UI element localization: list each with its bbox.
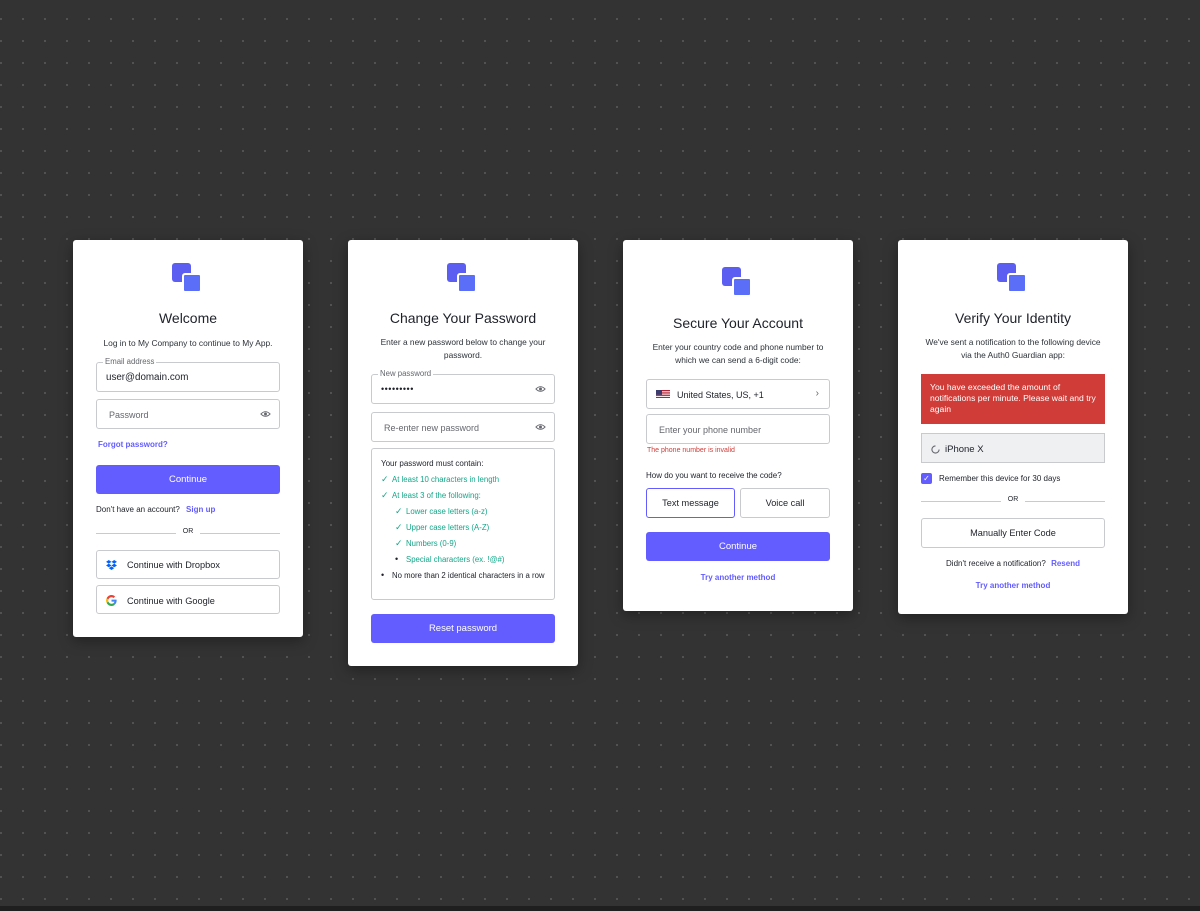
phone-placeholder: Enter your phone number xyxy=(659,425,762,435)
requirement-item: • Special characters (ex. !@#) xyxy=(395,554,505,564)
dropbox-button[interactable]: Continue with Dropbox xyxy=(96,550,280,579)
verify-identity-card: Verify Your Identity We've sent a notifi… xyxy=(898,240,1128,614)
page-title: Welcome xyxy=(158,310,218,326)
page-title: Change Your Password xyxy=(389,310,537,326)
or-divider: OR xyxy=(96,528,280,538)
password-requirements: Your password must contain: ✓ At least 10… xyxy=(371,448,555,600)
voice-call-button[interactable]: Voice call xyxy=(740,488,830,518)
bullet-icon: • xyxy=(381,570,385,580)
or-text: OR xyxy=(1007,496,1019,503)
requirement-item: ✓ Lower case letters (a-z) xyxy=(395,506,488,516)
continue-button[interactable]: Continue xyxy=(646,532,830,561)
page-description: We've sent a notification to the followi… xyxy=(925,337,1101,360)
email-label: Email address xyxy=(103,357,157,366)
page-description: Enter your country code and phone number… xyxy=(652,342,824,365)
check-icon: ✓ xyxy=(395,522,403,532)
requirements-heading: Your password must contain: xyxy=(381,459,484,468)
change-password-card: Change Your Password Enter a new passwor… xyxy=(348,240,578,666)
remember-device-checkbox[interactable]: ✓ xyxy=(921,473,932,484)
page-description: Enter a new password below to change you… xyxy=(380,337,546,360)
requirement-item: ✓ At least 10 characters in length xyxy=(381,474,500,484)
reenter-password-placeholder: Re-enter new password xyxy=(384,423,480,433)
reset-password-button[interactable]: Reset password xyxy=(371,614,555,643)
page-description: Log in to My Company to continue to My A… xyxy=(103,338,273,348)
resend-row: Didn't receive a notification? Resend xyxy=(898,559,1128,568)
logo-icon xyxy=(447,263,479,295)
resend-link[interactable]: Resend xyxy=(1051,559,1080,568)
requirement-item: ✓ Upper case letters (A-Z) xyxy=(395,522,490,532)
receive-question: How do you want to receive the code? xyxy=(646,471,782,480)
password-field[interactable]: Password xyxy=(96,399,280,429)
requirement-item: • No more than 2 identical characters in … xyxy=(381,570,545,580)
or-divider: OR xyxy=(921,496,1105,506)
signup-link[interactable]: Sign up xyxy=(186,505,215,514)
page-title: Secure Your Account xyxy=(673,315,803,331)
signup-row: Don't have an account? Sign up xyxy=(96,505,215,514)
manually-enter-code-button[interactable]: Manually Enter Code xyxy=(921,518,1105,548)
requirement-item: ✓ Numbers (0-9) xyxy=(395,538,457,548)
check-icon: ✓ xyxy=(381,490,389,500)
error-alert: You have exceeded the amount of notifica… xyxy=(921,374,1105,424)
or-text: OR xyxy=(182,528,194,535)
new-password-label: New password xyxy=(378,369,434,378)
logo-icon xyxy=(722,267,754,299)
bottom-bar xyxy=(0,906,1200,911)
eye-icon[interactable] xyxy=(260,410,271,418)
country-value: United States, US, +1 xyxy=(677,390,764,400)
logo-icon xyxy=(997,263,1029,295)
eye-icon[interactable] xyxy=(535,385,546,393)
chevron-right-icon: › xyxy=(815,388,819,399)
google-icon xyxy=(106,595,117,606)
email-field[interactable]: Email address user@domain.com xyxy=(96,357,280,392)
text-message-button[interactable]: Text message xyxy=(646,488,735,518)
dropbox-icon xyxy=(106,560,117,570)
new-password-field[interactable]: New password ••••••••• xyxy=(371,369,555,404)
reenter-password-field[interactable]: Re-enter new password xyxy=(371,412,555,442)
didnt-receive-text: Didn't receive a notification? xyxy=(946,559,1046,568)
continue-button[interactable]: Continue xyxy=(96,465,280,494)
spinner-icon xyxy=(931,445,940,454)
country-select[interactable]: United States, US, +1 › xyxy=(646,379,830,409)
eye-icon[interactable] xyxy=(535,423,546,431)
requirement-item: ✓ At least 3 of the following: xyxy=(381,490,481,500)
check-icon: ✓ xyxy=(381,474,389,484)
page-title: Verify Your Identity xyxy=(955,310,1071,326)
login-card: Welcome Log in to My Company to continue… xyxy=(73,240,303,637)
dropbox-label: Continue with Dropbox xyxy=(127,560,220,570)
bullet-icon: • xyxy=(395,554,399,564)
device-item: iPhone X xyxy=(921,433,1105,463)
device-name: iPhone X xyxy=(945,444,984,455)
check-icon: ✓ xyxy=(395,506,403,516)
google-label: Continue with Google xyxy=(127,596,215,606)
check-icon: ✓ xyxy=(395,538,403,548)
remember-device-label: Remember this device for 30 days xyxy=(939,474,1061,483)
no-account-text: Don't have an account? xyxy=(96,505,180,514)
password-placeholder: Password xyxy=(109,410,149,420)
google-button[interactable]: Continue with Google xyxy=(96,585,280,614)
try-another-method-link[interactable]: Try another method xyxy=(898,581,1128,590)
try-another-method-link[interactable]: Try another method xyxy=(623,573,853,582)
phone-error: The phone number is invalid xyxy=(647,447,735,454)
secure-account-card: Secure Your Account Enter your country c… xyxy=(623,240,853,611)
forgot-password-link[interactable]: Forgot password? xyxy=(98,440,168,449)
phone-input[interactable]: Enter your phone number xyxy=(646,414,830,444)
new-password-value: ••••••••• xyxy=(381,384,414,394)
logo-icon xyxy=(172,263,204,295)
us-flag-icon xyxy=(656,390,670,399)
email-value: user@domain.com xyxy=(106,372,189,383)
